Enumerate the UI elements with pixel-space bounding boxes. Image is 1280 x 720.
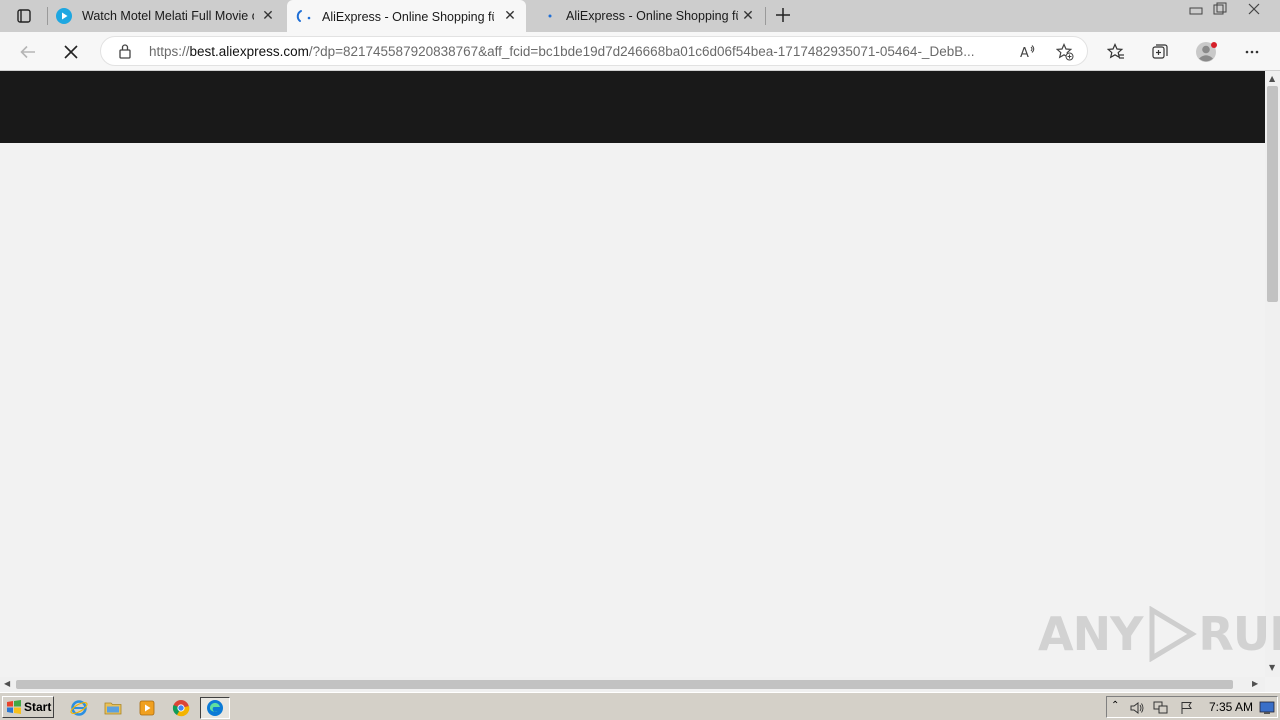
tab-aliexpress-active[interactable]: AliExpress - Online Shopping für ✕ bbox=[287, 0, 526, 33]
show-hidden-icons-icon[interactable]: ⌃ bbox=[1111, 700, 1119, 711]
back-button[interactable] bbox=[14, 38, 42, 66]
tab-title: AliExpress - Online Shopping für bbox=[322, 9, 494, 24]
browser-toolbar: https://best.aliexpress.com/?dp=82174558… bbox=[0, 32, 1280, 71]
web-page-content bbox=[0, 71, 1265, 677]
restore-icon bbox=[1213, 2, 1227, 15]
tab-separator bbox=[47, 7, 48, 25]
avatar-icon bbox=[1196, 42, 1217, 62]
restore-button[interactable] bbox=[1208, 0, 1232, 18]
chrome-quicklaunch[interactable] bbox=[170, 697, 192, 719]
loading-dot-icon bbox=[540, 8, 556, 24]
stop-loading-button[interactable] bbox=[57, 38, 85, 66]
media-player-icon bbox=[139, 700, 155, 716]
url-text[interactable]: https://best.aliexpress.com/?dp=82174558… bbox=[149, 44, 1011, 59]
action-center-flag-icon[interactable] bbox=[1179, 700, 1195, 719]
watermark-text-right: RUN bbox=[1198, 607, 1280, 661]
loading-spinner-icon bbox=[296, 9, 312, 25]
scroll-left-icon[interactable]: ◀ bbox=[4, 679, 10, 688]
minimize-button[interactable] bbox=[1184, 0, 1208, 18]
favorites-button[interactable] bbox=[1102, 38, 1130, 66]
scroll-down-icon[interactable]: ▼ bbox=[1269, 663, 1275, 672]
taskbar: Start ⌃ 7:35 AM bbox=[0, 692, 1280, 720]
vertical-scrollbar[interactable]: ▲ ▼ bbox=[1265, 71, 1280, 677]
ie-quicklaunch[interactable] bbox=[68, 697, 90, 719]
new-tab-button[interactable] bbox=[772, 4, 794, 26]
windows-logo-icon bbox=[7, 700, 21, 714]
more-dots-icon bbox=[1245, 50, 1259, 54]
scroll-up-icon[interactable]: ▲ bbox=[1269, 74, 1275, 83]
page-header-bar bbox=[0, 71, 1265, 143]
play-triangle-icon bbox=[1149, 606, 1198, 662]
horizontal-scroll-thumb[interactable] bbox=[16, 680, 1233, 689]
explorer-quicklaunch[interactable] bbox=[102, 697, 124, 719]
tab-actions-button[interactable] bbox=[6, 4, 42, 28]
close-icon bbox=[1248, 3, 1260, 15]
tab-title: Watch Motel Melati Full Movie o bbox=[82, 9, 254, 23]
close-window-button[interactable] bbox=[1236, 0, 1272, 18]
minimize-icon bbox=[1189, 7, 1203, 15]
chrome-icon bbox=[172, 700, 190, 717]
back-arrow-icon bbox=[20, 45, 35, 59]
vertical-scroll-thumb[interactable] bbox=[1267, 86, 1278, 302]
plus-icon bbox=[776, 8, 790, 22]
settings-more-button[interactable] bbox=[1238, 38, 1266, 66]
folder-icon bbox=[104, 702, 122, 715]
tab-close-icon[interactable]: ✕ bbox=[740, 8, 756, 24]
tab-actions-icon bbox=[17, 9, 31, 23]
edge-taskbar-button[interactable] bbox=[200, 697, 230, 719]
address-bar[interactable]: https://best.aliexpress.com/?dp=82174558… bbox=[100, 36, 1088, 66]
start-label: Start bbox=[24, 700, 52, 714]
lock-icon[interactable] bbox=[118, 43, 132, 63]
tab-motel-melati[interactable]: Watch Motel Melati Full Movie o ✕ bbox=[56, 0, 284, 32]
show-desktop-icon[interactable] bbox=[1259, 700, 1275, 719]
scroll-right-icon[interactable]: ▶ bbox=[1252, 679, 1258, 688]
tab-close-icon[interactable]: ✕ bbox=[260, 8, 276, 24]
media-player-quicklaunch[interactable] bbox=[136, 697, 158, 719]
tab-strip: Watch Motel Melati Full Movie o ✕ AliExp… bbox=[0, 0, 1280, 33]
tab-close-icon[interactable]: ✕ bbox=[502, 8, 518, 24]
play-circle-icon bbox=[56, 8, 72, 24]
edge-icon bbox=[207, 700, 223, 716]
tab-aliexpress[interactable]: AliExpress - Online Shopping für ✕ bbox=[540, 0, 764, 32]
add-favorite-icon[interactable] bbox=[1055, 43, 1074, 65]
tab-title: AliExpress - Online Shopping für bbox=[566, 9, 738, 23]
favorites-star-icon bbox=[1107, 43, 1124, 59]
start-button[interactable]: Start bbox=[2, 696, 54, 718]
collections-button[interactable] bbox=[1146, 38, 1174, 66]
profile-button[interactable] bbox=[1192, 38, 1220, 66]
anyrun-watermark: ANY RUN bbox=[1038, 606, 1280, 662]
volume-icon[interactable] bbox=[1129, 700, 1145, 719]
tab-separator bbox=[765, 7, 766, 25]
svg-text:A: A bbox=[1020, 46, 1029, 61]
collections-icon bbox=[1152, 44, 1168, 59]
watermark-text-left: ANY bbox=[1038, 607, 1143, 661]
network-icon[interactable] bbox=[1153, 700, 1169, 719]
internet-explorer-icon bbox=[70, 700, 88, 716]
read-aloud-icon[interactable]: A bbox=[1019, 43, 1037, 65]
stop-x-icon bbox=[64, 45, 78, 59]
clock[interactable]: 7:35 AM bbox=[1209, 700, 1253, 714]
system-tray: ⌃ 7:35 AM bbox=[1106, 696, 1278, 718]
horizontal-scrollbar[interactable]: ◀ ▶ bbox=[0, 677, 1265, 692]
